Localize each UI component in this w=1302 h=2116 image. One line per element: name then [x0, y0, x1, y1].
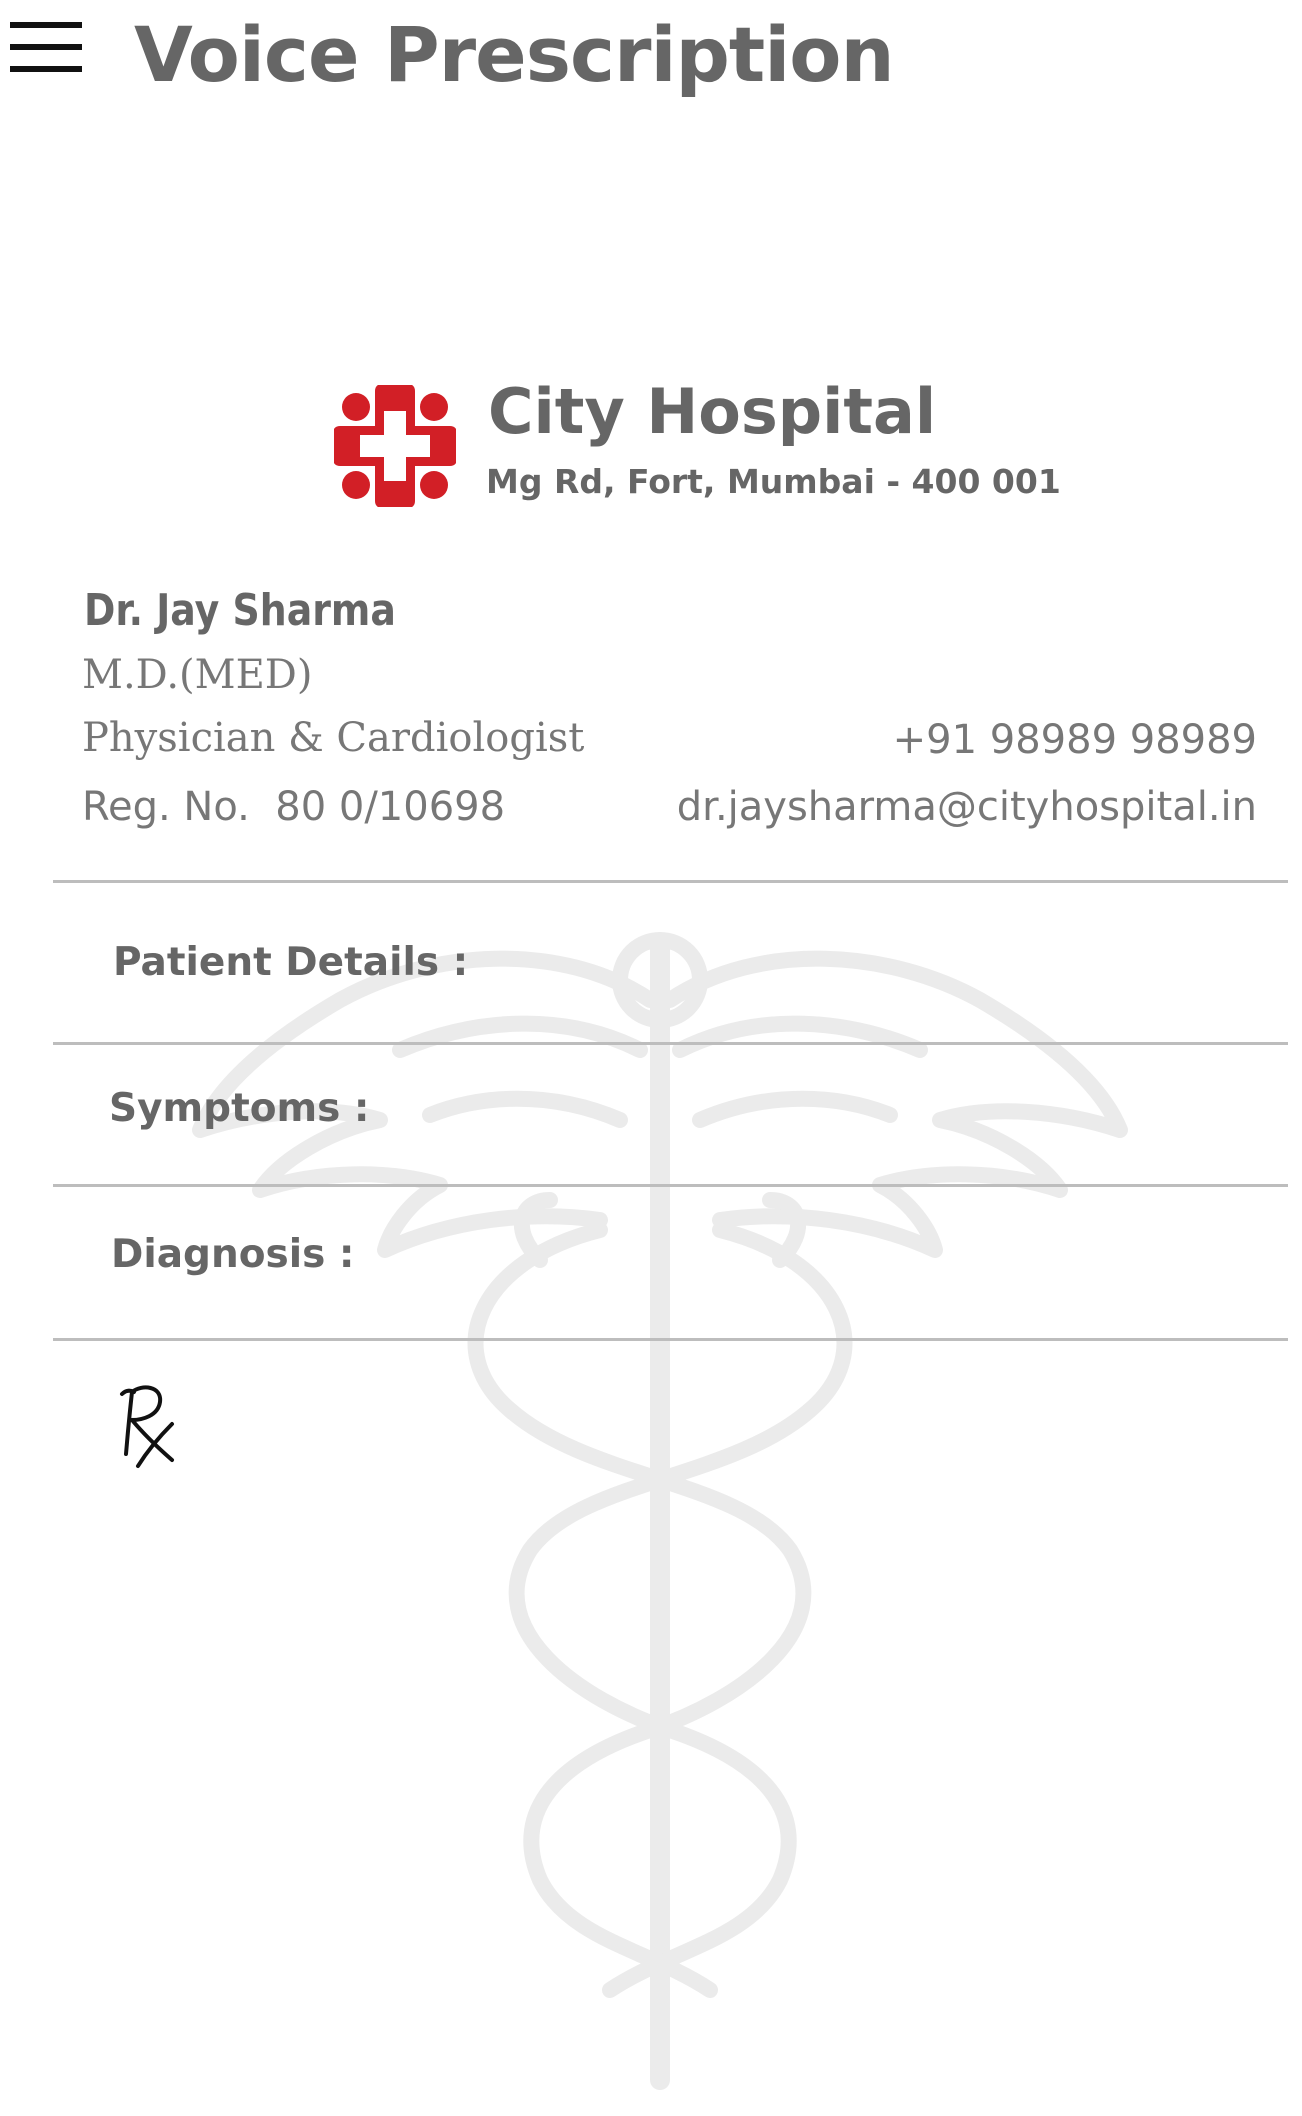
hospital-header: City Hospital Mg Rd, Fort, Mumbai - 400 …	[330, 375, 1061, 515]
hospital-name: City Hospital	[488, 375, 937, 448]
divider-patient-details	[53, 1042, 1288, 1045]
symptoms-label[interactable]: Symptoms :	[109, 1086, 370, 1131]
page-title: Voice Prescription	[134, 10, 895, 99]
doctor-specialty: Physician & Cardiologist	[82, 715, 585, 761]
doctor-email[interactable]: dr.jaysharma@cityhospital.in	[677, 784, 1257, 830]
app-bar: Voice Prescription	[0, 0, 1302, 130]
hamburger-menu-icon[interactable]	[10, 22, 84, 74]
patient-details-label[interactable]: Patient Details :	[113, 940, 468, 985]
diagnosis-label[interactable]: Diagnosis :	[111, 1232, 355, 1277]
divider-symptoms	[53, 1184, 1288, 1187]
doctor-name: Dr. Jay Sharma	[84, 585, 396, 636]
divider-diagnosis	[53, 1338, 1288, 1341]
rx-symbol-icon	[120, 1385, 174, 1468]
hospital-address: Mg Rd, Fort, Mumbai - 400 001	[486, 462, 1061, 501]
menu-bar-middle	[10, 44, 82, 50]
menu-bar-top	[10, 22, 82, 28]
doctor-degree: M.D.(MED)	[82, 652, 313, 698]
medical-cross-icon	[334, 385, 456, 507]
doctor-phone[interactable]: +91 98989 98989	[893, 717, 1257, 763]
doctor-registration: Reg. No. 80 0/10698	[82, 784, 506, 830]
menu-bar-bottom	[10, 66, 82, 72]
divider-header	[53, 880, 1288, 883]
